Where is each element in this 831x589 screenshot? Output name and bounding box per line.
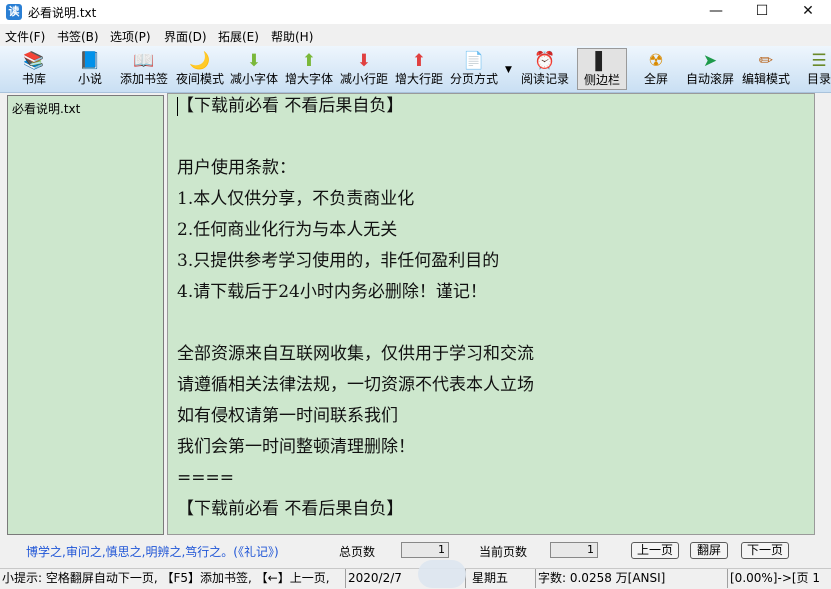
font-increase-button[interactable]: ⬆ 增大字体 [283, 48, 335, 90]
auto-scroll-button[interactable]: ➤ 自动滚屏 [684, 48, 736, 90]
novel-icon: 📘 [79, 51, 101, 71]
status-tip: 小提示: 空格翻屏自动下一页, 【F5】添加书签, 【←】上一页, [0, 569, 346, 588]
app-icon: 读 [6, 4, 22, 20]
font-decrease-icon: ⬇ [246, 51, 262, 71]
flip-screen-button[interactable]: 翻屏 [690, 542, 728, 559]
total-pages-value: 1 [401, 542, 449, 558]
bookmark-add-icon: 📖 [133, 51, 155, 71]
novel-button[interactable]: 📘 小说 [70, 48, 110, 90]
fullscreen-icon: ☢ [648, 51, 664, 71]
sidebar-icon: ▌ [595, 52, 609, 72]
reading-history-icon: ⏰ [534, 51, 556, 71]
line-spacing-decrease-icon: ⬇ [356, 51, 372, 71]
status-weekday: 星期五 [466, 569, 536, 588]
contents-button[interactable]: ☰ 目录 [806, 48, 831, 90]
line-spacing-decrease-button[interactable]: ⬇ 减小行距 [338, 48, 390, 90]
menu-options[interactable]: 选项(P) [110, 28, 151, 45]
minimize-button[interactable]: — [693, 0, 739, 24]
menu-extensions[interactable]: 拓展(E) [218, 28, 259, 45]
menu-file[interactable]: 文件(F) [5, 28, 45, 45]
reader-pane[interactable]: 【下载前必看 不看后果自负】 用户使用条款： 1.本人仅供分享，不负责商业化 2… [167, 93, 815, 535]
sidebar-button[interactable]: ▌ 侧边栏 [577, 48, 627, 90]
sidebar-file-list: 必看说明.txt [7, 95, 164, 535]
current-page-input[interactable]: 1 [550, 542, 598, 558]
text-line: 【下载前必看 不看后果自负】 [177, 96, 404, 116]
text-line: 4.请下载后于24小时内务必删除！谨记！ [177, 282, 487, 302]
reading-history-button[interactable]: ⏰ 阅读记录 [519, 48, 571, 90]
status-bar: 小提示: 空格翻屏自动下一页, 【F5】添加书签, 【←】上一页, 2020/2… [0, 568, 831, 589]
motto-text: 博学之,审问之,慎思之,明辨之,笃行之。(《礼记》) [26, 545, 279, 559]
line-spacing-increase-button[interactable]: ⬆ 增大行距 [393, 48, 445, 90]
font-increase-icon: ⬆ [301, 51, 317, 71]
file-list-item[interactable]: 必看说明.txt [12, 100, 80, 117]
pagination-dropdown-icon[interactable]: ▼ [505, 65, 512, 75]
status-progress: [0.00%]->[页 1 [730, 571, 821, 585]
menu-bookmarks[interactable]: 书签(B) [57, 28, 99, 45]
status-word-count: 字数: 0.0258 万[ANSI] [536, 569, 728, 588]
menu-bar: 文件(F) 书签(B) 选项(P) 界面(D) 拓展(E) 帮助(H) [0, 25, 831, 45]
title-bar: 读 必看说明.txt — ☐ ✕ [0, 0, 831, 24]
pagination-icon: 📄 [463, 51, 485, 71]
library-button[interactable]: 📚 书库 [14, 48, 54, 90]
window-title: 必看说明.txt [28, 6, 97, 20]
text-line: 1.本人仅供分享，不负责商业化 [177, 189, 415, 209]
font-decrease-button[interactable]: ⬇ 减小字体 [228, 48, 280, 90]
text-line: 用户使用条款： [177, 158, 296, 178]
text-line: 2.任何商业化行为与本人无关 [177, 220, 398, 240]
current-page-label: 当前页数 [479, 545, 528, 559]
toolbar: 📚 书库 📘 小说 📖 添加书签 🌙 夜间模式 ⬇ 减小字体 ⬆ 增大字体 ⬇ … [0, 46, 831, 93]
pagination-button[interactable]: 📄 分页方式 [448, 48, 500, 90]
contents-icon: ☰ [811, 51, 827, 71]
text-line [177, 125, 797, 156]
text-line: 【下载前必看 不看后果自负】 [177, 499, 404, 519]
text-line: 全部资源来自互联网收集，仅供用于学习和交流 [177, 344, 534, 364]
night-mode-icon: 🌙 [189, 51, 211, 71]
reader-text: 【下载前必看 不看后果自负】 用户使用条款： 1.本人仅供分享，不负责商业化 2… [177, 94, 797, 528]
edit-mode-icon: ✏ [758, 51, 774, 71]
add-bookmark-button[interactable]: 📖 添加书签 [118, 48, 170, 90]
redaction-blur [418, 560, 466, 588]
text-line [177, 311, 797, 342]
text-line: 如有侵权请第一时间联系我们 [177, 406, 398, 426]
night-mode-button[interactable]: 🌙 夜间模式 [174, 48, 226, 90]
next-page-button[interactable]: 下一页 [741, 542, 789, 559]
close-button[interactable]: ✕ [785, 0, 831, 24]
text-line: 请遵循相关法律法规，一切资源不代表本人立场 [177, 375, 534, 395]
menu-interface[interactable]: 界面(D) [164, 28, 207, 45]
line-spacing-increase-icon: ⬆ [411, 51, 427, 71]
maximize-button[interactable]: ☐ [739, 0, 785, 24]
reader-scrollbar[interactable] [815, 93, 831, 535]
text-line: 3.只提供参考学习使用的，非任何盈利目的 [177, 251, 500, 271]
text-line: 我们会第一时间整顿清理删除！ [177, 437, 415, 457]
page-info-bar: 博学之,审问之,慎思之,明辨之,笃行之。(《礼记》) 总页数 1 当前页数 1 … [0, 537, 831, 565]
fullscreen-button[interactable]: ☢ 全屏 [638, 48, 674, 90]
edit-mode-button[interactable]: ✏ 编辑模式 [740, 48, 792, 90]
auto-scroll-icon: ➤ [702, 51, 718, 71]
prev-page-button[interactable]: 上一页 [631, 542, 679, 559]
library-icon: 📚 [23, 51, 45, 71]
text-line: ==== [177, 468, 234, 488]
menu-help[interactable]: 帮助(H) [271, 28, 313, 45]
total-pages-label: 总页数 [339, 545, 376, 559]
